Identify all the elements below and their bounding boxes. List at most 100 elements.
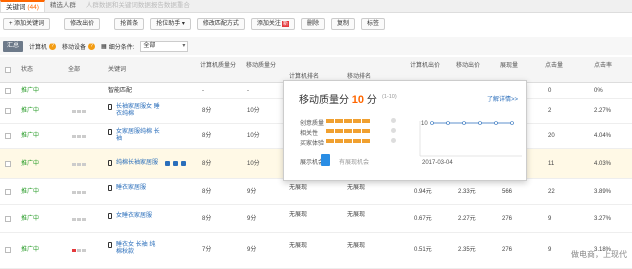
row-checkbox[interactable] (5, 216, 11, 222)
row-status: 推广中 (21, 161, 40, 167)
modify-match-button[interactable]: 修改匹配方式 (196, 18, 245, 30)
factor-bar (326, 129, 370, 133)
factor-label: 相关性 (300, 131, 319, 137)
tab-report-notice: 人群数据和关键词数据报告数据重合 (85, 2, 190, 9)
quality-trend-chart: 10 2017-03-04 (419, 121, 522, 166)
add-keyword-button[interactable]: + 添加关键词 (3, 18, 51, 30)
copy-button[interactable]: 复制 (330, 18, 355, 30)
row-pc-bid[interactable]: 0.94元 (414, 189, 432, 196)
row-mobile-quality: 9分 (247, 189, 257, 195)
tab-bar: 关键词 (44) 精选人群 人群数据和关键词数据报告数据重合 (0, 0, 632, 13)
table-row[interactable]: 推广中 睡衣家居服 8分 9分 无展现 无展现 0.94元 2.33元 566 … (0, 179, 632, 205)
trend-point (446, 121, 450, 125)
tab-audience[interactable]: 精选人群 (45, 0, 81, 12)
row-keyword[interactable]: 睡衣女 长袖 纯棉秋款 (116, 242, 160, 256)
col-mobile-bid[interactable]: 移动出价 (456, 62, 480, 70)
row-keyword[interactable]: 女家居服纯棉 长袖 (116, 129, 162, 143)
row-status: 推广中 (21, 133, 40, 139)
row-clicks: 20 (548, 133, 555, 139)
col-pc-bid[interactable]: 计算机出价 (410, 62, 440, 70)
computer-filter[interactable]: 计算机 ? (29, 42, 57, 51)
col-impressions[interactable]: 展现量 (500, 62, 518, 70)
row-ctr: 0% (594, 88, 603, 94)
factor-status-icon (391, 138, 396, 143)
help-icon: ? (49, 42, 57, 50)
raise-rank-button[interactable]: 抢首条 (114, 18, 145, 30)
mobile-icon (108, 104, 112, 110)
row-keyword[interactable]: 智能匹配 (108, 88, 132, 95)
row-rank-bars (72, 249, 86, 252)
mobile-filter[interactable]: 移动设备 ? (62, 42, 96, 51)
row-checkbox[interactable] (5, 161, 11, 167)
col-ctr[interactable]: 点击率 (594, 62, 612, 70)
factor-bar (326, 139, 370, 143)
toolbar: + 添加关键词 修改出价 抢首条 抢位助手 ▾ 修改匹配方式 添加关注新 删除 … (0, 15, 632, 33)
popup-range: (1-10) (382, 94, 397, 100)
row-checkbox[interactable] (5, 189, 11, 195)
add-follow-button[interactable]: 添加关注新 (250, 18, 295, 30)
trend-point (510, 121, 514, 125)
row-checkbox[interactable] (5, 88, 11, 94)
row-checkbox[interactable] (5, 108, 11, 114)
mobile-filter-label: 移动设备 (62, 44, 87, 51)
mobile-icon (108, 160, 112, 166)
tab-keywords[interactable]: 关键词 (44) (0, 0, 45, 12)
table-row[interactable]: 推广中 睡衣女 长袖 纯棉秋款 7分 9分 无展现 无展现 0.51元 2.35… (0, 233, 632, 269)
row-pc-quality: 8分 (202, 189, 212, 195)
row-ctr: 3.27% (594, 216, 612, 222)
col-clicks[interactable]: 点击量 (545, 62, 563, 70)
row-clicks: 22 (548, 189, 555, 195)
row-pc-bid[interactable]: 0.51元 (414, 247, 432, 254)
row-keyword[interactable]: 长袖家居服女 睡衣纯棉 (116, 104, 162, 118)
row-status: 推广中 (21, 88, 40, 94)
chart-y-label: 10 (421, 121, 428, 127)
edit-icon[interactable] (165, 161, 170, 166)
mobile-quality-popup: 移动质量分 10 分 (1-10) 了解详情>> 创意质量 相关性 买家体验 展… (283, 80, 527, 181)
popup-title: 移动质量分 10 分 (299, 91, 377, 106)
col-pc-quality[interactable]: 计算机质量分 (200, 62, 236, 70)
trash-icon[interactable] (181, 161, 186, 166)
row-pc-bid[interactable]: 0.67元 (414, 216, 432, 223)
row-clicks: 9 (548, 247, 552, 253)
row-pc-rank: 无展现 (289, 185, 308, 191)
select-all-checkbox[interactable] (5, 67, 11, 73)
row-mobile-bid[interactable]: 2.35元 (458, 247, 476, 254)
popup-score-unit: 分 (366, 95, 377, 106)
col-mobile-quality[interactable]: 移动质量分 (246, 62, 282, 70)
tab-keywords-label: 关键词 (6, 4, 26, 11)
factor-status-icon (391, 118, 396, 123)
row-rank-bars (72, 191, 86, 194)
row-mobile-bid[interactable]: 2.33元 (458, 189, 476, 196)
row-pc-rank: 无展现 (289, 243, 308, 249)
row-pc-quality: 8分 (202, 216, 212, 222)
row-impressions: 276 (502, 247, 513, 253)
row-keyword[interactable]: 纯棉长袖家居服 (116, 160, 158, 167)
bid-assist-button[interactable]: 抢位助手 ▾ (150, 18, 191, 30)
filter-icon: ▦ (101, 43, 107, 50)
factor-label: 买家体验 (300, 141, 325, 147)
popup-title-label: 移动质量分 (299, 95, 349, 106)
col-keyword[interactable]: 关键词 (108, 66, 126, 74)
learn-more-link[interactable]: 了解详情>> (487, 94, 518, 103)
row-clicks: 2 (548, 108, 552, 114)
row-checkbox[interactable] (5, 133, 11, 139)
row-mobile-quality: 10分 (247, 133, 260, 139)
row-ctr: 2.27% (594, 108, 612, 114)
row-mobile-bid[interactable]: 2.27元 (458, 216, 476, 223)
computer-filter-label: 计算机 (29, 44, 48, 51)
row-status: 推广中 (21, 247, 40, 253)
condition-select[interactable]: 全部 (140, 40, 189, 52)
table-row[interactable]: 推广中 女睡衣家居服 8分 9分 无展现 无展现 0.67元 2.27元 276… (0, 205, 632, 233)
chart-icon[interactable] (173, 161, 178, 166)
tag-button[interactable]: 标签 (360, 18, 385, 30)
col-status[interactable]: 状态 (21, 66, 33, 74)
row-keyword[interactable]: 睡衣家居服 (116, 185, 146, 192)
row-ctr: 4.04% (594, 133, 612, 139)
col-all[interactable]: 全部 (68, 66, 80, 74)
delete-button[interactable]: 删除 (300, 18, 325, 30)
row-mobile-quality: 9分 (247, 247, 257, 253)
row-keyword[interactable]: 女睡衣家居服 (116, 213, 152, 220)
row-checkbox[interactable] (5, 247, 11, 253)
summary-filter[interactable]: 汇总 (3, 40, 24, 52)
modify-bid-button[interactable]: 修改出价 (64, 18, 101, 30)
